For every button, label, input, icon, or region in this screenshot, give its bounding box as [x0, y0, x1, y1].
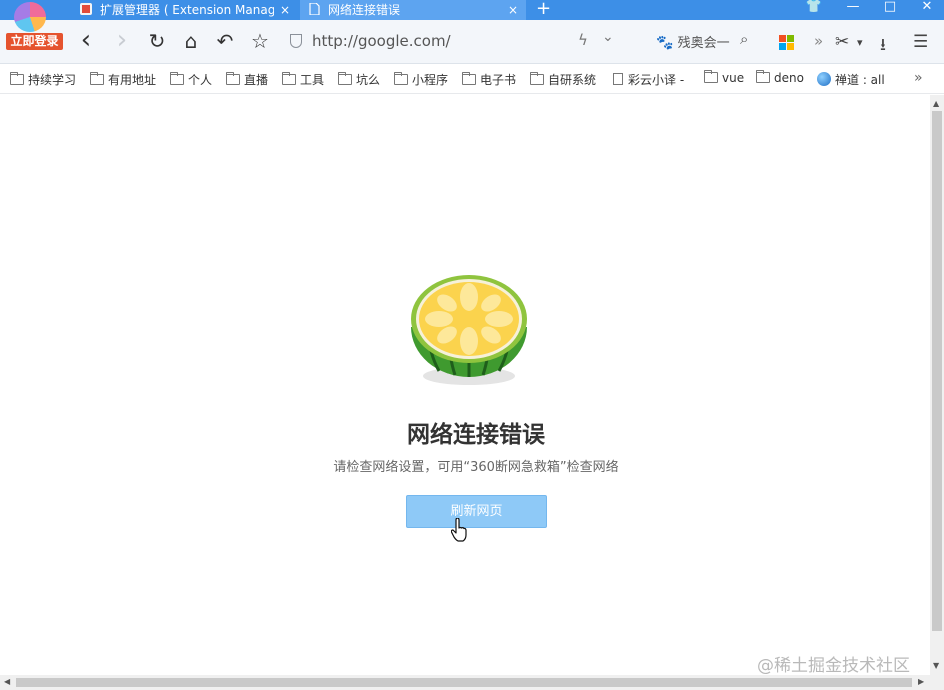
refresh-button[interactable]: ↻	[145, 31, 169, 53]
folder-icon	[282, 72, 296, 85]
undo-close-button[interactable]: ↶	[213, 31, 237, 53]
bookmarks-overflow-button[interactable]: »	[914, 70, 923, 86]
extension-manager-favicon-icon	[80, 3, 92, 15]
folder-icon	[704, 70, 718, 83]
error-page: 网络连接错误 请检查网络设置，可用“360断网急救箱”检查网络 刷新网页 @稀土…	[0, 95, 930, 676]
bookmark-label: vue	[722, 71, 745, 85]
navigation-toolbar: ‹ › ↻ ⌂ ↶ ☆ http://google.com/ ϟ ⌄ 🐾 残奥会…	[0, 20, 944, 64]
bookmark-item[interactable]: 电子书	[462, 71, 516, 87]
tab-title: 网络连接错误	[328, 3, 401, 17]
search-box[interactable]: 🐾 残奥会一 ⌕	[656, 30, 748, 54]
scissors-icon[interactable]: ✂	[835, 32, 849, 52]
forward-button[interactable]: ›	[110, 27, 134, 53]
bookmark-item[interactable]: 坑么	[338, 71, 380, 87]
bookmarks-bar: 持续学习 有用地址 个人 直播 工具 坑么 小程序 电子书 自研系统 彩云小译 …	[0, 64, 944, 94]
bookmark-item[interactable]: 有用地址	[90, 71, 156, 87]
search-icon[interactable]: ⌕	[740, 30, 748, 48]
bookmark-item[interactable]: deno	[756, 70, 804, 87]
bookmark-item[interactable]: 个人	[170, 71, 212, 87]
tab-close-icon[interactable]: ×	[280, 1, 290, 19]
more-tools-icon[interactable]: »	[814, 32, 823, 50]
search-suggestion-text: 残奥会一	[677, 36, 730, 51]
home-button[interactable]: ⌂	[179, 31, 203, 53]
horizontal-scrollbar[interactable]: ◀ ▶	[0, 675, 930, 690]
menu-icon[interactable]: ☰	[913, 32, 928, 52]
globe-icon	[817, 72, 831, 86]
bookmark-label: 自研系统	[548, 73, 597, 87]
bookmark-label: 直播	[244, 73, 269, 87]
folder-icon	[530, 72, 544, 85]
bookmark-item[interactable]: 彩云小译 -	[613, 71, 684, 87]
vertical-scrollbar[interactable]: ▲ ▼	[930, 95, 944, 675]
folder-icon	[338, 72, 352, 85]
error-description: 请检查网络设置，可用“360断网急救箱”检查网络	[333, 460, 619, 475]
new-tab-button[interactable]: +	[536, 0, 551, 18]
tab-title: 扩展管理器 ( Extension Manag	[100, 3, 274, 17]
folder-icon	[226, 72, 240, 85]
watermelon-illustration-icon	[411, 275, 527, 385]
skin-icon[interactable]: 👕	[797, 0, 831, 20]
address-bar[interactable]: http://google.com/ ϟ ⌄	[284, 29, 634, 55]
browser-logo[interactable]: 立即登录	[6, 0, 63, 50]
url-text[interactable]: http://google.com/	[312, 32, 451, 50]
vertical-scroll-thumb[interactable]	[932, 111, 942, 631]
scroll-right-icon[interactable]: ▶	[918, 677, 924, 686]
close-window-button[interactable]: ✕	[910, 0, 944, 20]
bookmark-label: 持续学习	[28, 73, 77, 87]
tab-extension-manager[interactable]: 扩展管理器 ( Extension Manag ×	[72, 0, 298, 20]
bookmark-item[interactable]: vue	[704, 70, 745, 87]
minimize-button[interactable]: —	[836, 0, 870, 20]
speed-mode-icon[interactable]: ϟ	[578, 31, 588, 49]
scroll-left-icon[interactable]: ◀	[4, 677, 10, 686]
bookmark-label: 电子书	[480, 73, 517, 87]
folder-icon	[90, 72, 104, 85]
tab-network-error[interactable]: 网络连接错误 ×	[300, 0, 526, 20]
tab-bar: 扩展管理器 ( Extension Manag × 网络连接错误 × + 👕 —…	[0, 0, 944, 20]
hand-cursor-icon	[451, 518, 467, 542]
browser-logo-icon	[14, 2, 46, 32]
bookmark-item[interactable]: 自研系统	[530, 71, 596, 87]
bookmark-label: 坑么	[356, 73, 381, 87]
bookmark-label: 禅道 : all	[835, 73, 885, 87]
bookmark-label: 小程序	[412, 73, 449, 87]
page-favicon-icon	[309, 3, 320, 15]
back-button[interactable]: ‹	[74, 27, 98, 53]
baidu-paw-icon: 🐾	[656, 35, 674, 51]
folder-icon	[170, 72, 184, 85]
page-icon	[613, 73, 623, 85]
watermark: @稀土掘金技术社区	[757, 656, 910, 676]
folder-icon	[394, 72, 408, 85]
download-icon[interactable]: ⭳	[880, 32, 886, 61]
bookmark-item[interactable]: 禅道 : all	[817, 71, 885, 87]
horizontal-scroll-thumb[interactable]	[16, 678, 912, 687]
bookmark-label: 彩云小译 -	[628, 73, 685, 87]
security-shield-icon	[290, 34, 302, 48]
bookmark-item[interactable]: 工具	[282, 71, 324, 87]
bookmark-label: 个人	[188, 73, 213, 87]
bookmark-label: deno	[774, 71, 804, 85]
bookmark-label: 工具	[300, 73, 325, 87]
bookmark-label: 有用地址	[108, 73, 157, 87]
favorite-button[interactable]: ☆	[248, 31, 272, 53]
scroll-up-icon[interactable]: ▲	[933, 99, 939, 108]
folder-icon	[10, 72, 24, 85]
scrollbar-corner	[930, 675, 944, 690]
tab-close-icon[interactable]: ×	[508, 1, 518, 19]
browser-window: 扩展管理器 ( Extension Manag × 网络连接错误 × + 👕 —…	[0, 0, 944, 690]
chevron-down-icon[interactable]: ▾	[857, 36, 863, 49]
maximize-button[interactable]: □	[873, 0, 907, 20]
bookmark-item[interactable]: 持续学习	[10, 71, 76, 87]
folder-icon	[756, 70, 770, 83]
login-button[interactable]: 立即登录	[6, 33, 63, 50]
bookmark-item[interactable]: 直播	[226, 71, 268, 87]
folder-icon	[462, 72, 476, 85]
error-title: 网络连接错误	[407, 422, 545, 448]
bookmark-item[interactable]: 小程序	[394, 71, 448, 87]
refresh-page-button[interactable]: 刷新网页	[406, 495, 547, 528]
scroll-down-icon[interactable]: ▼	[933, 661, 939, 670]
apps-grid-icon[interactable]	[779, 35, 795, 51]
chevron-down-icon[interactable]: ⌄	[602, 29, 614, 45]
